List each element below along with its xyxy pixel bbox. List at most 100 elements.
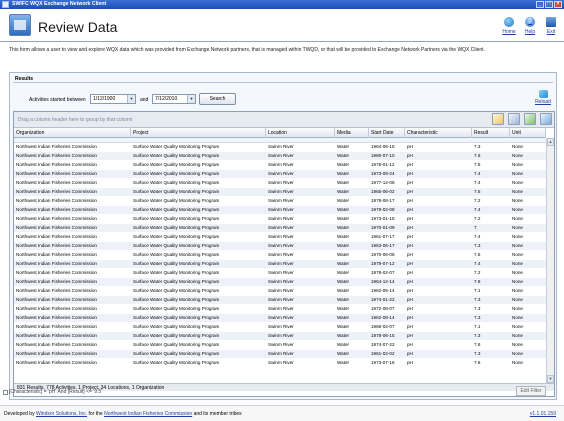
- cell-characteristic: pH: [407, 324, 413, 329]
- table-row[interactable]: Northwest Indian Fisheries Commission Sur…: [14, 233, 546, 241]
- close-window-button[interactable]: ×: [554, 1, 562, 8]
- page-title: Review Data: [38, 19, 118, 35]
- column-header-media[interactable]: Media: [335, 128, 369, 138]
- cell-project: Surface Water Quality Monitoring Program: [133, 306, 220, 311]
- cell-result: 7.5: [474, 162, 481, 167]
- column-header-result[interactable]: Result: [472, 128, 510, 138]
- table-row[interactable]: Northwest Indian Fisheries Commission Sur…: [14, 188, 546, 196]
- table-row[interactable]: Northwest Indian Fisheries Commission Sur…: [14, 152, 546, 160]
- cell-unit: None: [512, 252, 523, 257]
- home-link[interactable]: Home: [502, 17, 516, 35]
- cell-media: Water: [337, 216, 350, 221]
- cell-unit: None: [512, 342, 523, 347]
- cell-project: Surface Water Quality Monitoring Program: [133, 342, 220, 347]
- vertical-scrollbar[interactable]: ▲ ▼: [546, 138, 554, 383]
- table-row[interactable]: Northwest Indian Fisheries Commission Sur…: [14, 251, 546, 259]
- page-header: Review Data Home ? Help Exit: [0, 9, 564, 42]
- cell-unit: None: [512, 144, 523, 149]
- cell-result: 7.1: [474, 324, 481, 329]
- cell-media: Water: [337, 153, 350, 158]
- table-row[interactable]: Northwest Indian Fisheries Commission Sur…: [14, 287, 546, 295]
- table-row[interactable]: Northwest Indian Fisheries Commission Sur…: [14, 215, 546, 223]
- group-by-panel[interactable]: Drag a column header here to group by th…: [14, 112, 554, 128]
- table-row[interactable]: Northwest Indian Fisheries Commission Sur…: [14, 332, 546, 340]
- cell-organization: Northwest Indian Fisheries Commission: [16, 234, 97, 239]
- partner-link[interactable]: Northwest Indian Fisheries Commission: [104, 411, 192, 417]
- table-row[interactable]: Northwest Indian Fisheries Commission Sur…: [14, 359, 546, 367]
- scroll-up-icon[interactable]: ▲: [547, 138, 554, 146]
- table-row[interactable]: Northwest Indian Fisheries Commission Sur…: [14, 179, 546, 187]
- table-row[interactable]: Northwest Indian Fisheries Commission Sur…: [14, 296, 546, 304]
- exit-link[interactable]: Exit: [544, 17, 558, 35]
- minimize-button[interactable]: _: [536, 1, 544, 8]
- cell-characteristic: pH: [407, 288, 413, 293]
- cell-start-date: 1972-08-07: [371, 306, 395, 311]
- cell-media: Water: [337, 225, 350, 230]
- cell-unit: None: [512, 189, 523, 194]
- table-row[interactable]: Northwest Indian Fisheries Commission Sur…: [14, 341, 546, 349]
- export-icon[interactable]: [508, 113, 520, 125]
- table-row[interactable]: Northwest Indian Fisheries Commission Sur…: [14, 350, 546, 358]
- exit-label: Exit: [546, 29, 556, 35]
- maximize-button[interactable]: □: [545, 1, 553, 8]
- cell-start-date: 1978-06-15: [371, 333, 395, 338]
- table-row[interactable]: Northwest Indian Fisheries Commission Sur…: [14, 143, 546, 151]
- table-row[interactable]: Northwest Indian Fisheries Commission Sur…: [14, 224, 546, 232]
- cell-start-date: 1974-01-22: [371, 297, 395, 302]
- cell-organization: Northwest Indian Fisheries Commission: [16, 225, 97, 230]
- table-row[interactable]: Northwest Indian Fisheries Commission Sur…: [14, 206, 546, 214]
- cell-unit: None: [512, 207, 523, 212]
- column-header-unit[interactable]: Unit: [510, 128, 546, 138]
- table-row[interactable]: Northwest Indian Fisheries Commission Sur…: [14, 260, 546, 268]
- end-date-picker[interactable]: 7/12/2010 ▼: [152, 94, 196, 104]
- table-row[interactable]: Northwest Indian Fisheries Commission Sur…: [14, 314, 546, 322]
- print-icon[interactable]: [524, 113, 536, 125]
- column-header-start-date[interactable]: Start Date: [369, 128, 405, 138]
- table-row[interactable]: Northwest Indian Fisheries Commission Sur…: [14, 170, 546, 178]
- top-links: Home ? Help Exit: [502, 17, 558, 35]
- exit-icon: [546, 17, 556, 27]
- version-link[interactable]: v1.1.01.159: [530, 406, 556, 421]
- search-button[interactable]: Search: [199, 93, 236, 105]
- cell-project: Surface Water Quality Monitoring Program: [133, 207, 220, 212]
- cell-location: Swinm River: [268, 180, 294, 185]
- table-row[interactable]: Northwest Indian Fisheries Commission Sur…: [14, 323, 546, 331]
- cell-organization: Northwest Indian Fisheries Commission: [16, 252, 97, 257]
- table-row[interactable]: Northwest Indian Fisheries Commission Sur…: [14, 269, 546, 277]
- scroll-down-icon[interactable]: ▼: [547, 375, 554, 383]
- table-row[interactable]: Northwest Indian Fisheries Commission Sur…: [14, 242, 546, 250]
- table-row[interactable]: Northwest Indian Fisheries Commission Sur…: [14, 278, 546, 286]
- cell-organization: Northwest Indian Fisheries Commission: [16, 216, 97, 221]
- cell-result: 7.4: [474, 234, 481, 239]
- save-icon[interactable]: [540, 113, 552, 125]
- table-row[interactable]: Northwest Indian Fisheries Commission Sur…: [14, 161, 546, 169]
- results-grid: Drag a column header here to group by th…: [13, 111, 555, 397]
- table-row[interactable]: Northwest Indian Fisheries Commission Sur…: [14, 305, 546, 313]
- cell-media: Water: [337, 342, 350, 347]
- column-header-project[interactable]: Project: [131, 128, 266, 138]
- cell-start-date: 1966-02-07: [371, 324, 395, 329]
- edit-icon[interactable]: [492, 113, 504, 125]
- chevron-down-icon[interactable]: ▼: [187, 95, 195, 103]
- column-header-organization[interactable]: Organization: [14, 128, 131, 138]
- edit-filter-button[interactable]: Edit Filter: [516, 386, 546, 396]
- help-link[interactable]: ? Help: [523, 17, 537, 35]
- cell-result: 7.3: [474, 306, 481, 311]
- column-header-location[interactable]: Location: [266, 128, 335, 138]
- cell-media: Water: [337, 297, 350, 302]
- cell-media: Water: [337, 180, 350, 185]
- cell-organization: Northwest Indian Fisheries Commission: [16, 360, 97, 365]
- cell-result: 7.6: [474, 360, 481, 365]
- results-panel: Results Activities started between 1/12/…: [9, 72, 557, 400]
- reload-link[interactable]: Reload: [535, 90, 551, 105]
- filter-enabled-checkbox[interactable]: [3, 390, 8, 395]
- developer-link[interactable]: Windsor Solutions, Inc.: [36, 411, 87, 417]
- table-row[interactable]: Northwest Indian Fisheries Commission Sur…: [14, 197, 546, 205]
- chevron-down-icon[interactable]: ▼: [127, 95, 135, 103]
- cell-media: Water: [337, 144, 350, 149]
- cell-start-date: 1979-02-08: [371, 207, 395, 212]
- start-date-picker[interactable]: 1/12/1900 ▼: [90, 94, 136, 104]
- cell-unit: None: [512, 279, 523, 284]
- column-header-characteristic[interactable]: Characteristic: [405, 128, 472, 138]
- cell-start-date: 1970-06-08: [371, 252, 395, 257]
